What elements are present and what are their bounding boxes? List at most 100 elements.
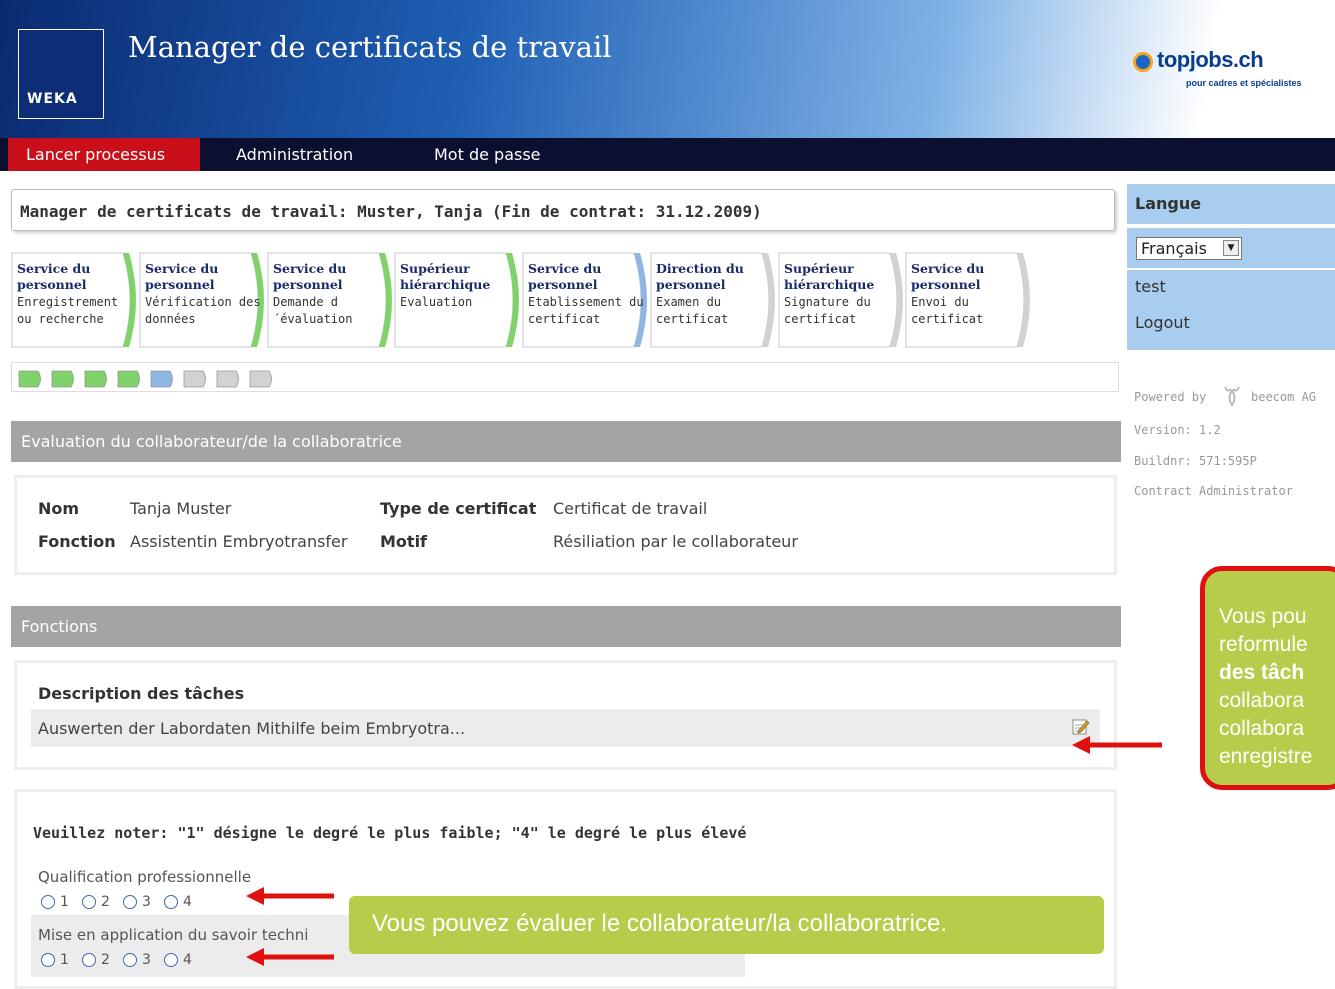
progress-step-1 [18,370,41,388]
step-description: Etablissement du certificat [528,295,644,326]
page-title: Manager de certificats de travail: Muste… [11,189,1115,231]
sidebar-logout[interactable]: Logout [1127,306,1335,350]
step-description: Enregistrement ou recherche [17,295,119,326]
rating-radio-4[interactable] [164,952,179,967]
language-select[interactable]: Français ▼ [1136,237,1242,260]
step-title: Service du personnel [528,261,602,292]
langue-label: Langue [1135,194,1202,213]
main-nav: Lancer processus Administration Mot de p… [0,138,1335,171]
sidebar-language-row: Français ▼ [1127,228,1335,268]
fonction-label: Fonction [38,532,116,551]
step-description: Envoi du certificat [911,295,984,326]
progress-step-5 [150,370,173,388]
rating-option-label: 4 [183,893,192,910]
weka-logo-text: WEKA [27,91,78,107]
type-certificat-label: Type de certificat [380,499,537,518]
edit-icon[interactable] [1072,718,1090,735]
build-info: Buildnr: 571:595P [1134,454,1257,468]
nav-lancer-processus[interactable]: Lancer processus [8,138,200,171]
language-select-value: Français [1141,239,1207,258]
callout-reformuler: Vous pou reformule des tâch collabora co… [1200,566,1335,790]
progress-bar [11,362,1119,392]
sidebar-user: test [1127,270,1335,306]
process-step-3[interactable]: Service du personnel Demande d´évaluation [267,252,393,348]
motif-label: Motif [380,532,428,551]
rating-option-label: 3 [142,951,151,968]
rating-option-label: 1 [60,893,69,910]
callout-arrow-radio-1 [246,887,334,905]
chevron-down-icon[interactable]: ▼ [1223,240,1239,256]
callout-evaluer-text: Vous pouvez évaluer le collaborateur/la … [372,910,948,937]
fonctions-panel: Description des tâches Auswerten der Lab… [14,660,1117,770]
powered-by-label: Powered by [1134,390,1207,404]
beecom-logo-icon [1222,385,1242,407]
rating-radio-1[interactable] [41,952,55,967]
rating-radio-2[interactable] [82,894,97,909]
fonctions-header: Fonctions [11,606,1121,647]
nav-administration[interactable]: Administration [236,138,353,171]
step-description: Signature du certificat [784,295,871,326]
rating-radio-3[interactable] [123,894,138,909]
step-description: Vérification des données [145,295,261,326]
employee-info-panel: Nom Tanja Muster Fonction Assistentin Em… [14,475,1117,575]
callout-arrow-edit [1072,736,1162,754]
type-certificat-value: Certificat de travail [553,499,708,518]
logout-link[interactable]: Logout [1135,313,1190,332]
progress-step-2 [51,370,74,388]
progress-step-7 [216,370,239,388]
callout-line: des tâch [1219,661,1305,684]
nom-value: Tanja Muster [130,499,232,518]
rating-option-label: 3 [142,893,151,910]
rating-radio-3[interactable] [123,952,138,967]
app-title: Manager de certificats de travail [128,30,612,64]
step-description: Evaluation [400,295,473,309]
topjobs-tagline: pour cadres et spécialistes [1186,78,1302,88]
callout-line: reformule [1219,633,1308,656]
step-title: Supérieur hiérarchique [400,261,491,292]
rating-option-label: 2 [101,951,110,968]
callout-evaluer: Vous pouvez évaluer le collaborateur/la … [349,896,1104,954]
motif-value: Résiliation par le collaborateur [553,532,798,551]
rating-radio-4[interactable] [164,894,179,909]
process-step-6[interactable]: Direction du personnel Examen du certific… [650,252,776,348]
nav-mot-de-passe[interactable]: Mot de passe [434,138,541,171]
callout-arrow-radio-2 [246,948,334,966]
contract-admin: Contract Administrator [1134,484,1293,498]
step-title: Service du personnel [145,261,219,292]
description-taches-value: Auswerten der Labordaten Mithilfe beim E… [38,719,466,738]
rating-radio-2[interactable] [82,952,97,967]
rating-option-label: 1 [60,951,69,968]
process-step-1[interactable]: Service du personnel Enregistrement ou re… [11,252,137,348]
callout-line: Vous pou [1219,605,1307,628]
rating-options-qualification: 1 2 3 4 [41,891,200,910]
sidebar-langue: Langue [1127,184,1335,224]
step-title: Service du personnel [273,261,347,292]
nom-label: Nom [38,499,80,518]
process-step-2[interactable]: Service du personnel Vérification des don… [139,252,265,348]
callout-line: collabora [1219,689,1305,712]
rating-options-savoir: 1 2 3 4 [41,949,200,968]
description-taches-label: Description des tâches [38,684,245,703]
progress-step-3 [84,370,107,388]
header-banner [0,0,1335,138]
user-name: test [1135,277,1166,296]
version-info: Version: 1.2 [1134,423,1221,437]
progress-step-8 [249,370,272,388]
description-taches-row: Auswerten der Labordaten Mithilfe beim E… [31,709,1100,747]
rating-panel: Veuillez noter: "1" désigne le degré le … [14,789,1117,989]
callout-reformuler-text: Vous pou reformule des tâch collabora co… [1219,603,1335,771]
step-title: Service du personnel [911,261,985,292]
progress-step-6 [183,370,206,388]
process-step-4[interactable]: Supérieur hiérarchique Evaluation [394,252,520,348]
callout-line: collabora [1219,717,1305,740]
rating-option-label: 4 [183,951,192,968]
process-step-8[interactable]: Service du personnel Envoi du certificat [905,252,1031,348]
step-title: Supérieur hiérarchique [784,261,875,292]
process-step-7[interactable]: Supérieur hiérarchique Signature du certi… [778,252,904,348]
step-title: Service du personnel [17,261,91,292]
evaluation-header: Evaluation du collaborateur/de la collab… [11,421,1121,462]
step-description: Demande d´évaluation [273,295,353,326]
rating-note: Veuillez noter: "1" désigne le degré le … [33,824,747,842]
process-step-5[interactable]: Service du personnel Etablissement du cer… [522,252,648,348]
rating-radio-1[interactable] [41,894,55,909]
